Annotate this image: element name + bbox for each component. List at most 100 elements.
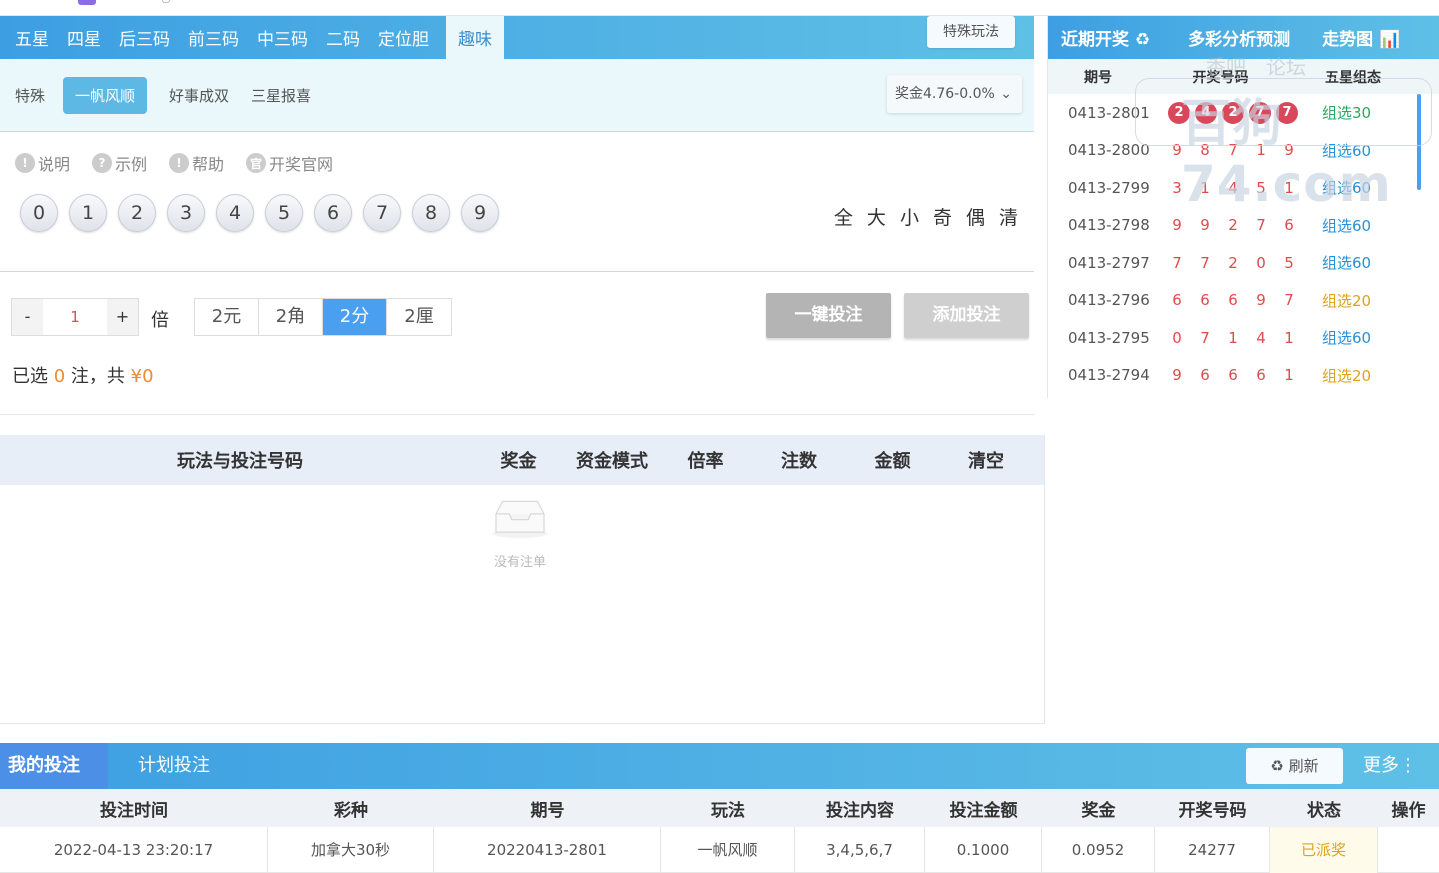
link-help[interactable]: ! 帮助 xyxy=(169,151,224,175)
subtab-yifanfengshun[interactable]: 一帆风顺 xyxy=(63,76,148,114)
refresh-button[interactable]: ♻ 刷新 xyxy=(1246,748,1343,784)
select-big-button[interactable]: 大 xyxy=(867,203,886,230)
draw-issue: 0413-2798 xyxy=(1068,216,1150,235)
col-0: 投注时间 xyxy=(100,800,168,821)
select-small-button[interactable]: 小 xyxy=(900,203,919,230)
ball-5[interactable]: 5 xyxy=(265,194,303,232)
draw-row: 0413-2795 0 7 1 4 1 组选60 xyxy=(1048,319,1439,357)
play-tabs: 五星 四星 后三码 前三码 中三码 二码 定位胆 趣味 特殊玩法 xyxy=(0,16,1034,59)
bet-cell: 24277 xyxy=(1155,826,1270,873)
ball-9[interactable]: 9 xyxy=(461,194,499,232)
col-amount: 金额 xyxy=(874,451,911,472)
select-even-button[interactable]: 偶 xyxy=(966,203,985,230)
subtab-teshu[interactable]: 特殊 xyxy=(15,85,45,106)
link-explain[interactable]: ! 说明 xyxy=(15,151,70,175)
watermark-logo: 香吧 论坛 百狗74.com xyxy=(1135,55,1432,213)
my-bets-rows: 2022-04-13 23:20:17 加拿大30秒 20220413-2801 一帆… xyxy=(0,826,1439,873)
unit-jiao[interactable]: 2角 xyxy=(259,299,323,335)
quick-bet-button[interactable]: 一键投注 xyxy=(766,293,891,338)
tab-my-bets[interactable]: 我的投注 xyxy=(0,743,108,789)
draw-issue: 0413-2797 xyxy=(1068,253,1150,272)
draw-number: 9 xyxy=(1256,291,1266,310)
small-icon xyxy=(162,0,170,3)
clear-all-button[interactable]: 清空 xyxy=(931,447,1041,473)
ball-6[interactable]: 6 xyxy=(314,194,352,232)
unit-yuan[interactable]: 2元 xyxy=(195,299,259,335)
bet-cell: 已派奖 xyxy=(1270,826,1378,873)
prize-select-value: 奖金4.76-0.0% xyxy=(895,86,995,102)
plus-button[interactable]: + xyxy=(107,299,138,335)
empty-state: 没有注单 xyxy=(480,495,560,570)
draw-number: 7 xyxy=(1200,328,1210,347)
bet-cell: 0.1000 xyxy=(925,826,1042,873)
summary-amount: ¥0 xyxy=(130,366,154,387)
bet-record-row[interactable]: 2022-04-13 23:20:17 加拿大30秒 20220413-2801 一帆… xyxy=(0,826,1439,873)
link-help-label: 帮助 xyxy=(192,155,225,174)
ball-0[interactable]: 0 xyxy=(20,194,58,232)
bet-cell: 0.0952 xyxy=(1042,826,1155,873)
draw-row: 0413-2796 6 6 6 9 7 组选20 xyxy=(1048,282,1439,320)
ball-4[interactable]: 4 xyxy=(216,194,254,232)
col-fund-mode: 资金模式 xyxy=(576,451,648,472)
draw-number: 1 xyxy=(1228,328,1238,347)
ticket-header: 玩法与投注号码 奖金 资金模式 倍率 注数 金额 清空 xyxy=(0,435,1044,485)
draw-number: 6 xyxy=(1284,216,1294,235)
ball-3[interactable]: 3 xyxy=(167,194,205,232)
draw-issue: 0413-2796 xyxy=(1068,291,1150,310)
tab-plan-bets[interactable]: 计划投注 xyxy=(130,743,218,789)
minus-button[interactable]: - xyxy=(12,299,43,335)
col-5: 投注金额 xyxy=(949,800,1018,821)
recent-draws-title[interactable]: 近期开奖 ♻ xyxy=(1061,25,1150,50)
analysis-prediction-link[interactable]: 多彩分析预测 xyxy=(1188,25,1290,50)
tab-qiansanma[interactable]: 前三码 xyxy=(179,16,248,59)
row-actions[interactable] xyxy=(1378,827,1439,873)
more-button[interactable]: 更多⋮ xyxy=(1363,743,1417,789)
link-example[interactable]: ? 示例 xyxy=(92,151,147,175)
link-official-label: 开奖官网 xyxy=(269,155,334,174)
chevron-down-icon: ⌄ xyxy=(1000,86,1012,102)
watermark-top-text: 香吧 论坛 xyxy=(1206,55,1306,79)
ball-1[interactable]: 1 xyxy=(69,194,107,232)
draw-group-type: 组选60 xyxy=(1322,329,1372,348)
draw-group-type: 组选60 xyxy=(1322,216,1372,235)
prize-select[interactable]: 奖金4.76-0.0% ⌄ xyxy=(887,75,1022,113)
bet-cell: 加拿大30秒 xyxy=(268,826,434,873)
subtab-haoshichengshuang[interactable]: 好事成双 xyxy=(169,85,229,106)
draw-number: 6 xyxy=(1200,291,1210,310)
draw-number: 2 xyxy=(1228,253,1238,272)
ball-7[interactable]: 7 xyxy=(363,194,401,232)
trend-chart-link[interactable]: 走势图 📊 xyxy=(1322,25,1400,50)
draw-number: 9 xyxy=(1172,216,1182,235)
col-7: 开奖号码 xyxy=(1178,800,1247,821)
official-icon: 官 xyxy=(246,153,267,173)
unit-fen[interactable]: 2分 xyxy=(323,299,387,335)
draw-group-type: 组选20 xyxy=(1322,366,1372,385)
summary-count: 0 xyxy=(53,366,66,387)
tab-wuxing[interactable]: 五星 xyxy=(0,16,58,59)
subtab-sanxingbaoxi[interactable]: 三星报喜 xyxy=(251,85,311,106)
tab-quwei[interactable]: 趣味 xyxy=(446,16,504,59)
special-play-button[interactable]: 特殊玩法 xyxy=(927,16,1015,48)
add-bet-button[interactable]: 添加投注 xyxy=(904,293,1029,338)
tab-zhongsanma[interactable]: 中三码 xyxy=(248,16,317,59)
app-icon[interactable] xyxy=(78,0,96,5)
select-all-button[interactable]: 全 xyxy=(834,203,853,230)
tab-sixing[interactable]: 四星 xyxy=(58,16,110,59)
top-strip xyxy=(0,0,1439,16)
draw-numbers: 07141 xyxy=(1164,329,1322,347)
ball-8[interactable]: 8 xyxy=(412,194,450,232)
unit-li[interactable]: 2厘 xyxy=(387,299,451,335)
draw-number: 1 xyxy=(1284,328,1294,347)
link-official-site[interactable]: 官开奖官网 xyxy=(246,151,333,175)
tab-dingweidan[interactable]: 定位胆 xyxy=(369,16,438,59)
tab-housanma[interactable]: 后三码 xyxy=(110,16,179,59)
select-odd-button[interactable]: 奇 xyxy=(933,203,952,230)
multiplier-unit: 倍 xyxy=(151,310,169,331)
draw-number: 9 xyxy=(1172,366,1182,385)
question-icon: ? xyxy=(92,153,113,173)
clear-selection-button[interactable]: 清 xyxy=(999,203,1018,230)
tab-erma[interactable]: 二码 xyxy=(317,16,369,59)
ball-2[interactable]: 2 xyxy=(118,194,156,232)
bet-summary: 已选 0 注，共 ¥0 xyxy=(12,362,154,388)
multiplier-input[interactable]: 1 xyxy=(43,299,107,335)
